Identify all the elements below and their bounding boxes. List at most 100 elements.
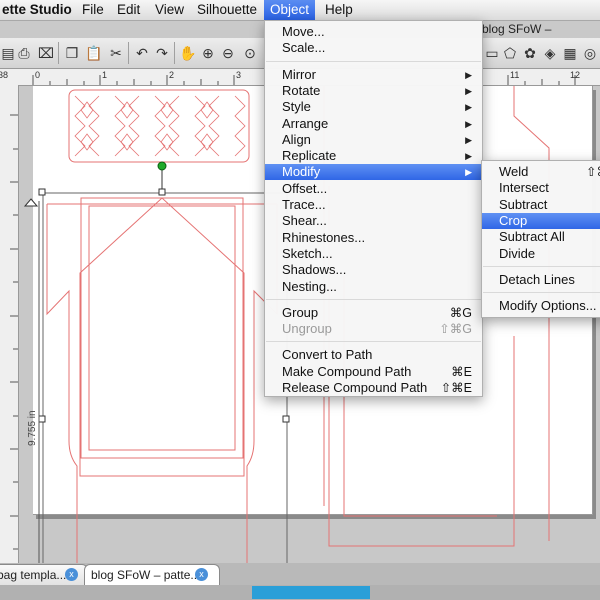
submenu-arrow-icon: ▶ bbox=[465, 69, 472, 80]
pattern-top-block bbox=[68, 89, 250, 163]
rotate-handle bbox=[157, 161, 167, 171]
object-menu-item-modify[interactable]: Modify ▶ bbox=[265, 164, 482, 181]
ruler-number: 12 bbox=[570, 70, 581, 80]
tab-close-icon[interactable]: x bbox=[195, 568, 208, 581]
menu-separator bbox=[483, 265, 600, 267]
modify-menu-item-divide[interactable]: Divide bbox=[482, 246, 600, 262]
left-piece-edge bbox=[46, 204, 78, 565]
tab-close-icon[interactable]: x bbox=[65, 568, 78, 581]
polygon-tool-icon[interactable]: ⬠ bbox=[500, 43, 520, 63]
zoom-in-icon[interactable]: ⊕ bbox=[198, 43, 218, 63]
object-menu-item-make-compound-path[interactable]: Make Compound Path ⌘E bbox=[265, 364, 482, 380]
object-menu-item-sketch[interactable]: Sketch... bbox=[265, 246, 482, 262]
object-menu-item-convert-to-path[interactable]: Convert to Path bbox=[265, 347, 482, 363]
ruler-ticks-left bbox=[10, 114, 18, 550]
object-menu-item-trace[interactable]: Trace... bbox=[265, 197, 482, 213]
status-indicator bbox=[252, 586, 370, 599]
menu-item-label: Subtract All bbox=[499, 229, 565, 245]
copy-icon[interactable]: ❐ bbox=[62, 43, 82, 63]
menu-file[interactable]: File bbox=[76, 0, 110, 20]
zoom-out-icon[interactable]: ⊖ bbox=[218, 43, 238, 63]
undo-icon[interactable]: ↶ bbox=[132, 43, 152, 63]
object-menu-item-group[interactable]: Group ⌘G bbox=[265, 305, 482, 321]
menu-item-label: Release Compound Path bbox=[282, 380, 428, 395]
submenu-arrow-icon: ▶ bbox=[465, 85, 472, 96]
zoom-select-icon[interactable]: ⊙ bbox=[240, 43, 260, 63]
menu-shortcut: ⌘G bbox=[449, 305, 472, 320]
menu-item-label: Ungroup bbox=[282, 321, 332, 337]
menu-help[interactable]: Help bbox=[319, 0, 359, 20]
modify-menu-item-weld[interactable]: Weld ⇧⌘ bbox=[482, 164, 600, 180]
object-menu-item-shadows[interactable]: Shadows... bbox=[265, 262, 482, 278]
object-menu-item-rotate[interactable]: Rotate ▶ bbox=[265, 83, 482, 99]
menu-bar: ette Studio File Edit View Silhouette Ob… bbox=[0, 0, 600, 21]
inner-panel-inner bbox=[88, 205, 236, 451]
menu-item-label: Mirror bbox=[282, 66, 316, 82]
menu-separator bbox=[483, 292, 600, 294]
object-menu-item-nesting[interactable]: Nesting... bbox=[265, 279, 482, 295]
ruler-number: 3 bbox=[236, 70, 242, 80]
menu-item-label: Align bbox=[282, 131, 311, 147]
object-menu-item-move[interactable]: Move... bbox=[265, 24, 482, 40]
menu-item-label: Convert to Path bbox=[282, 347, 373, 363]
line-style-icon[interactable]: ▦ bbox=[560, 43, 580, 63]
menu-view[interactable]: View bbox=[149, 0, 190, 20]
menu-object[interactable]: Object bbox=[264, 0, 316, 20]
modify-menu-item-crop[interactable]: Crop bbox=[482, 212, 600, 229]
submenu-arrow-icon: ▶ bbox=[465, 102, 472, 113]
menu-shortcut: ⇧⌘ bbox=[586, 165, 600, 179]
object-menu-item-release-compound-path[interactable]: Release Compound Path ⇧⌘E bbox=[265, 380, 482, 396]
modify-menu-item-subtract[interactable]: Subtract bbox=[482, 197, 600, 213]
modify-menu-item-intersect[interactable]: Intersect bbox=[482, 180, 600, 196]
menu-item-label: Subtract bbox=[499, 196, 548, 212]
paste-icon[interactable]: 📋 bbox=[84, 43, 104, 63]
send-to-cutter-icon[interactable]: ⌧ bbox=[36, 43, 56, 63]
offset-tool-icon[interactable]: ◎ bbox=[580, 43, 600, 63]
menu-item-label: Replicate bbox=[282, 148, 337, 164]
modify-menu-item-subtract-all[interactable]: Subtract All bbox=[482, 229, 600, 245]
modify-menu-item-modify-options[interactable]: Modify Options... bbox=[482, 298, 600, 314]
menu-item-label: Arrange bbox=[282, 115, 329, 131]
menu-item-label: Style bbox=[282, 99, 311, 115]
object-menu-item-scale[interactable]: Scale... bbox=[265, 40, 482, 56]
redo-icon[interactable]: ↷ bbox=[152, 43, 172, 63]
menu-item-label: Scale... bbox=[282, 40, 326, 56]
window-title: blog SFoW – pattern.st bbox=[482, 22, 552, 54]
menu-item-label: Shear... bbox=[282, 213, 327, 229]
ruler-left bbox=[0, 85, 19, 565]
star-tool-icon[interactable]: ✿ bbox=[520, 43, 540, 63]
menu-edit[interactable]: Edit bbox=[111, 0, 146, 20]
tab-label: bag templa... bbox=[0, 568, 67, 582]
object-menu: Move... Scale... Mirror ▶ Rotate ▶ Style ▶ Arran… bbox=[264, 20, 483, 397]
ruler-number: 1 bbox=[102, 70, 108, 80]
menu-item-label: Offset... bbox=[282, 180, 328, 196]
print-preview-icon[interactable]: ⎙ bbox=[14, 43, 34, 63]
app-menu[interactable]: ette Studio bbox=[0, 0, 78, 20]
menu-item-label: Nesting... bbox=[282, 278, 337, 294]
ruler-marker-icon bbox=[23, 198, 39, 207]
ruler-number: 0 bbox=[35, 70, 41, 80]
object-menu-item-shear[interactable]: Shear... bbox=[265, 213, 482, 229]
document-tabs: bag templa... x blog SFoW – patte... x bbox=[0, 563, 600, 585]
object-menu-item-replicate[interactable]: Replicate ▶ bbox=[265, 148, 482, 164]
object-menu-item-arrange[interactable]: Arrange ▶ bbox=[265, 116, 482, 132]
pan-hand-icon[interactable]: ✋ bbox=[178, 43, 198, 63]
fill-tool-icon[interactable]: ◈ bbox=[540, 43, 560, 63]
menu-silhouette[interactable]: Silhouette bbox=[191, 0, 263, 20]
object-menu-item-ungroup: Ungroup ⇧⌘G bbox=[265, 321, 482, 337]
cut-icon[interactable]: ✂ bbox=[106, 43, 126, 63]
menu-item-label: Detach Lines bbox=[499, 271, 575, 287]
pocket-shape bbox=[79, 197, 245, 477]
menu-item-label: Intersect bbox=[499, 180, 549, 196]
ruler-icon[interactable]: ▭ bbox=[482, 43, 502, 63]
object-menu-item-rhinestones[interactable]: Rhinestones... bbox=[265, 230, 482, 246]
object-menu-item-align[interactable]: Align ▶ bbox=[265, 132, 482, 148]
modify-menu-item-detach-lines[interactable]: Detach Lines bbox=[482, 272, 600, 288]
object-menu-item-mirror[interactable]: Mirror ▶ bbox=[265, 67, 482, 83]
submenu-arrow-icon: ▶ bbox=[465, 167, 472, 178]
menu-item-label: Make Compound Path bbox=[282, 363, 412, 379]
ruler-number: 11 bbox=[510, 70, 520, 80]
menu-item-label: Divide bbox=[499, 245, 536, 261]
object-menu-item-style[interactable]: Style ▶ bbox=[265, 99, 482, 115]
object-menu-item-offset[interactable]: Offset... bbox=[265, 181, 482, 197]
